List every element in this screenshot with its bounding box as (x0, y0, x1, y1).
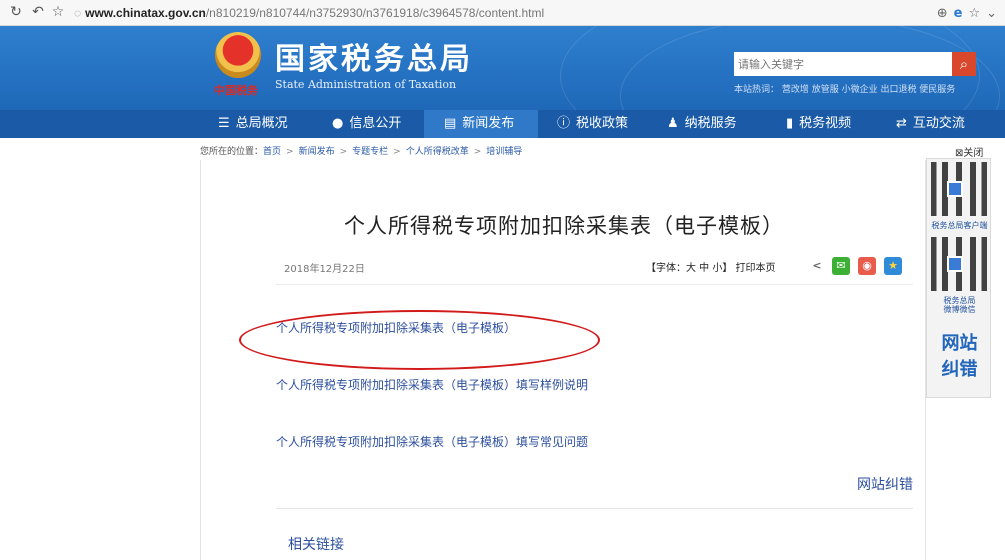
article-date: 2018年12月22日 (284, 264, 365, 275)
list-icon: ☰ (218, 116, 230, 131)
breadcrumb-home[interactable]: 首页 (263, 147, 281, 157)
site-title[interactable]: 国家税务总局 (275, 34, 473, 78)
nav-item-policy[interactable]: ⓘ 税收政策 (557, 110, 628, 138)
breadcrumb: 您所在的位置：首页 > 新闻发布 > 专题专栏 > 个人所得税改革 > 培训辅导 (200, 144, 522, 157)
breadcrumb-topics[interactable]: 专题专栏 (352, 147, 388, 157)
side-float-panel: 税务总局客户端 税务总局 微博微信 网站 纠错 (926, 158, 991, 398)
breadcrumb-training[interactable]: 培训辅导 (486, 147, 522, 157)
breadcrumb-separator: > (473, 147, 482, 157)
share-icon[interactable]: < (808, 257, 826, 275)
nav-label: 新闻发布 (462, 116, 515, 131)
address-bar-actions: ⊕ e ☆ ⌄ (937, 4, 997, 22)
exchange-icon: ⇄ (896, 116, 907, 131)
article-card: 个人所得税专项附加扣除采集表（电子模板） 2018年12月22日 【字体：大 中… (200, 160, 926, 560)
breadcrumb-separator: > (339, 147, 348, 157)
related-links-heading: 相关链接 (288, 537, 344, 553)
download-link-faq[interactable]: 个人所得税专项附加扣除采集表（电子模板）填写常见问题 (276, 433, 588, 450)
nav-label: 税务视频 (799, 116, 852, 131)
url-domain: www.chinatax.gov.cn (85, 6, 206, 20)
nav-item-news[interactable]: ▤ 新闻发布 (424, 110, 538, 138)
qr-caption-app: 税务总局客户端 (931, 221, 988, 230)
nav-label: 税收政策 (576, 116, 629, 131)
nav-label: 互动交流 (912, 116, 965, 131)
qr-caption-weibo-1: 税务总局 (943, 296, 976, 305)
nav-item-overview[interactable]: ☰ 总局概况 (218, 110, 288, 138)
video-icon: ▮ (786, 116, 794, 131)
nav-item-exchange[interactable]: ⇄ 互动交流 (896, 110, 965, 138)
chat-icon: ● (332, 116, 344, 131)
nav-label: 信息公开 (349, 116, 402, 131)
hot-words: 本站热词： 营改增 放管服 小微企业 出口退税 便民服务 (734, 85, 956, 95)
favorite-icon[interactable]: ☆ (968, 6, 980, 21)
side-error-report-button[interactable]: 网站 纠错 (927, 331, 992, 383)
wechat-icon[interactable]: ✉ (832, 257, 850, 275)
download-link-sample[interactable]: 个人所得税专项附加扣除采集表（电子模板）填写样例说明 (276, 376, 588, 393)
address-bar[interactable]: ◌ www.chinatax.gov.cn/n810219/n810744/n37… (74, 3, 924, 23)
person-icon: ♟ (667, 116, 679, 131)
nav-label: 总局概况 (235, 116, 288, 131)
error-report-link[interactable]: 网站纠错 (857, 474, 913, 494)
search-input[interactable] (734, 52, 952, 76)
star-icon[interactable]: ☆ (50, 4, 66, 20)
news-icon: ▤ (444, 116, 457, 131)
nav-label: 纳税服务 (684, 116, 737, 131)
url-path: /n810219/n810744/n3752930/n3761918/c3964… (205, 6, 545, 20)
divider (276, 508, 913, 509)
side-correct-line-1: 网站 (941, 333, 978, 354)
main-nav: ☰ 总局概况 ● 信息公开 ▤ 新闻发布 ⓘ 税收政策 ♟ 纳税服务 ▮ 税务视频 ⇄ 互动交… (0, 110, 1005, 138)
zoom-icon[interactable]: ⊕ (937, 6, 948, 21)
shield-icon: ◌ (74, 6, 82, 20)
site-title-english: State Administration of Taxation (275, 78, 457, 91)
nav-item-service[interactable]: ♟ 纳税服务 (667, 110, 737, 138)
favorite-star-icon[interactable]: ★ (884, 257, 902, 275)
divider (276, 284, 913, 285)
breadcrumb-news[interactable]: 新闻发布 (299, 147, 335, 157)
breadcrumb-iit-reform[interactable]: 个人所得税改革 (406, 147, 469, 157)
nav-item-disclosure[interactable]: ● 信息公开 (332, 110, 401, 138)
qr-logo-icon (947, 256, 963, 272)
chevron-down-icon[interactable]: ⌄ (986, 6, 997, 21)
side-correct-line-2: 纠错 (941, 359, 978, 380)
emblem-caption: 中国税务 (214, 84, 258, 97)
breadcrumb-prefix: 您所在的位置： (200, 147, 264, 157)
qr-logo-icon (947, 181, 963, 197)
tax-emblem-icon (215, 32, 261, 78)
info-icon: ⓘ (557, 116, 571, 131)
search-button[interactable]: ⌕ (952, 52, 976, 76)
weibo-icon[interactable]: ◉ (858, 257, 876, 275)
annotation-ellipse (239, 310, 600, 370)
reload-icon[interactable]: ↻ (8, 4, 24, 20)
browser-e-icon[interactable]: e (954, 6, 963, 21)
back-icon[interactable]: ↶ (30, 4, 46, 20)
browser-toolbar: ↻ ↶ ☆ ◌ www.chinatax.gov.cn/n810219/n8107… (0, 0, 1005, 26)
breadcrumb-separator: > (286, 147, 294, 157)
close-float-button[interactable]: ⊠关闭 (955, 144, 983, 159)
qr-caption-weibo-2: 微博微信 (943, 305, 976, 314)
breadcrumb-separator: > (393, 147, 401, 157)
site-header: 中国税务 国家税务总局 State Administration of Taxa… (0, 26, 1005, 110)
search-icon: ⌕ (959, 55, 969, 73)
font-size-tools[interactable]: 【字体：大 中 小】 打印本页 (646, 259, 776, 274)
nav-item-video[interactable]: ▮ 税务视频 (786, 110, 851, 138)
article-title: 个人所得税专项附加扣除采集表（电子模板） (344, 214, 784, 238)
